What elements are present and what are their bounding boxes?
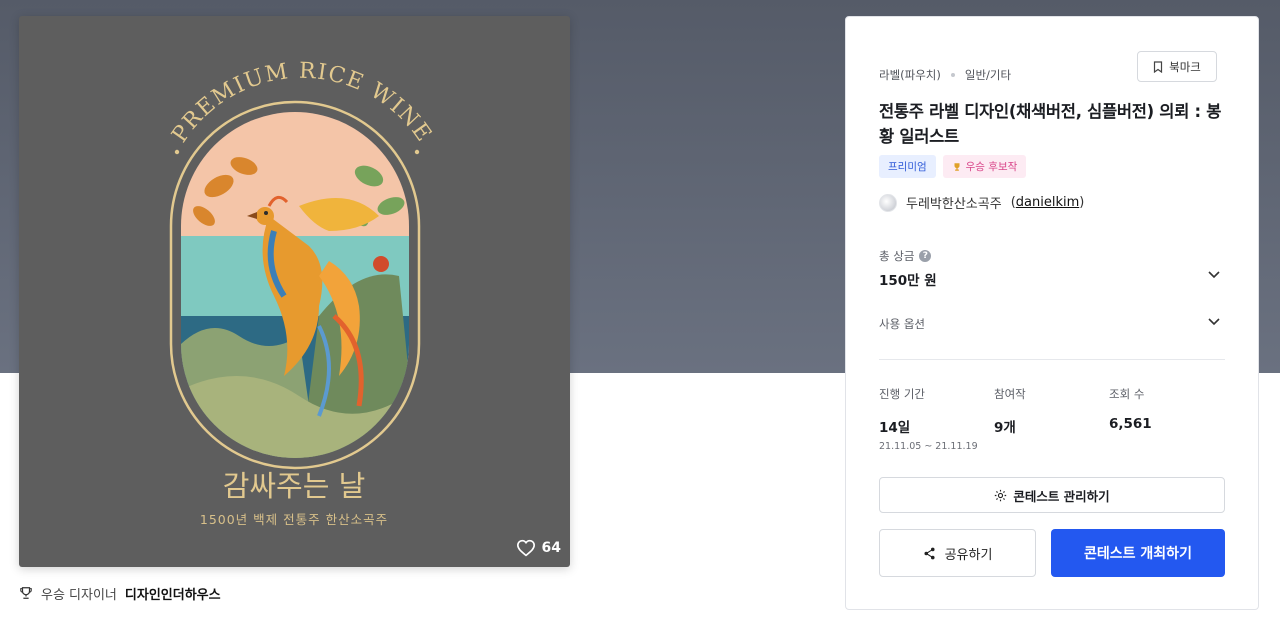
phoenix-label-illustration: PREMIUM RICE WINE 감싸주는 날 1500년 백제 전통주 한산…: [167, 59, 435, 527]
badge-row: 프리미엄 우승 후보작: [879, 155, 1027, 178]
bookmark-icon: [1154, 60, 1163, 73]
stat-entries: 참여작 9개: [994, 386, 1026, 436]
open-contest-button[interactable]: 콘테스트 개최하기: [1051, 529, 1225, 577]
designer-name[interactable]: 디자인인더하우스: [125, 584, 221, 603]
trophy-icon: [20, 587, 32, 599]
host-id-close: ): [1079, 195, 1085, 210]
period-label: 진행 기간: [879, 387, 925, 401]
period-value: 14일: [879, 420, 911, 436]
contest-title: 전통주 라벨 디자인(채색버전, 심플버전) 의뢰 : 봉황 일러스트: [879, 102, 1222, 146]
host-id-link[interactable]: danielkim: [1016, 195, 1079, 210]
label-subtitle: 1500년 백제 전통주 한산소곡주: [200, 512, 388, 527]
like-count: 64: [541, 540, 561, 556]
category-breadcrumb: 라벨(파우치) 일반/기타: [879, 67, 1011, 83]
share-label: 공유하기: [944, 547, 993, 563]
chevron-down-icon[interactable]: [1207, 314, 1221, 328]
entries-label: 참여작: [994, 387, 1026, 401]
category-main[interactable]: 라벨(파우치): [879, 67, 941, 83]
winner-designer: 우승 디자이너 디자인인더하우스: [19, 584, 221, 603]
designer-label: 우승 디자이너: [41, 587, 117, 603]
gear-icon: [995, 489, 1007, 501]
bookmark-label: 북마크: [1169, 59, 1201, 74]
prize-label-text: 총 상금: [879, 249, 915, 263]
manage-contest-label: 콘테스트 관리하기: [1013, 488, 1110, 504]
views-value: 6,561: [1109, 416, 1152, 432]
prize-value: 150만 원: [879, 273, 937, 289]
prize-label: 총 상금 ?: [879, 248, 932, 264]
host-info: 두레박한산소곡주 (danielkim): [879, 193, 1084, 212]
views-label: 조회 수: [1109, 387, 1145, 401]
chevron-down-icon[interactable]: [1207, 267, 1221, 281]
usage-options-label[interactable]: 사용 옵션: [879, 316, 925, 332]
category-sub[interactable]: 일반/기타: [965, 67, 1011, 83]
trophy-icon: [954, 162, 960, 171]
winner-candidate-badge: 우승 후보작: [942, 155, 1027, 178]
period-dates: 21.11.05 ~ 21.11.19: [879, 441, 978, 452]
label-brand-name: 감싸주는 날: [223, 469, 366, 503]
stat-period: 진행 기간 14일 21.11.05 ~ 21.11.19: [879, 386, 978, 452]
winner-candidate-label: 우승 후보작: [965, 161, 1018, 173]
like-button[interactable]: 64: [516, 539, 561, 557]
divider: [879, 359, 1225, 360]
host-avatar: [879, 193, 897, 212]
category-separator: [950, 73, 955, 77]
entries-value: 9개: [994, 420, 1016, 436]
contest-info-panel: 라벨(파우치) 일반/기타 북마크 전통주 라벨 디자인(채색버전, 심플버전)…: [845, 16, 1259, 610]
host-id-wrapper: (danielkim): [1011, 195, 1085, 210]
share-button[interactable]: 공유하기: [879, 529, 1036, 577]
premium-badge: 프리미엄: [879, 155, 936, 178]
help-icon[interactable]: ?: [919, 250, 932, 262]
bookmark-button[interactable]: 북마크: [1137, 51, 1217, 82]
share-icon: [924, 547, 935, 559]
manage-contest-button[interactable]: 콘테스트 관리하기: [879, 477, 1225, 513]
host-name: 두레박한산소곡주: [906, 197, 1002, 212]
stat-views: 조회 수 6,561: [1109, 386, 1152, 432]
artwork-image[interactable]: PREMIUM RICE WINE 감싸주는 날 1500년 백제 전통주 한산…: [19, 16, 570, 567]
heart-icon: [516, 539, 535, 557]
